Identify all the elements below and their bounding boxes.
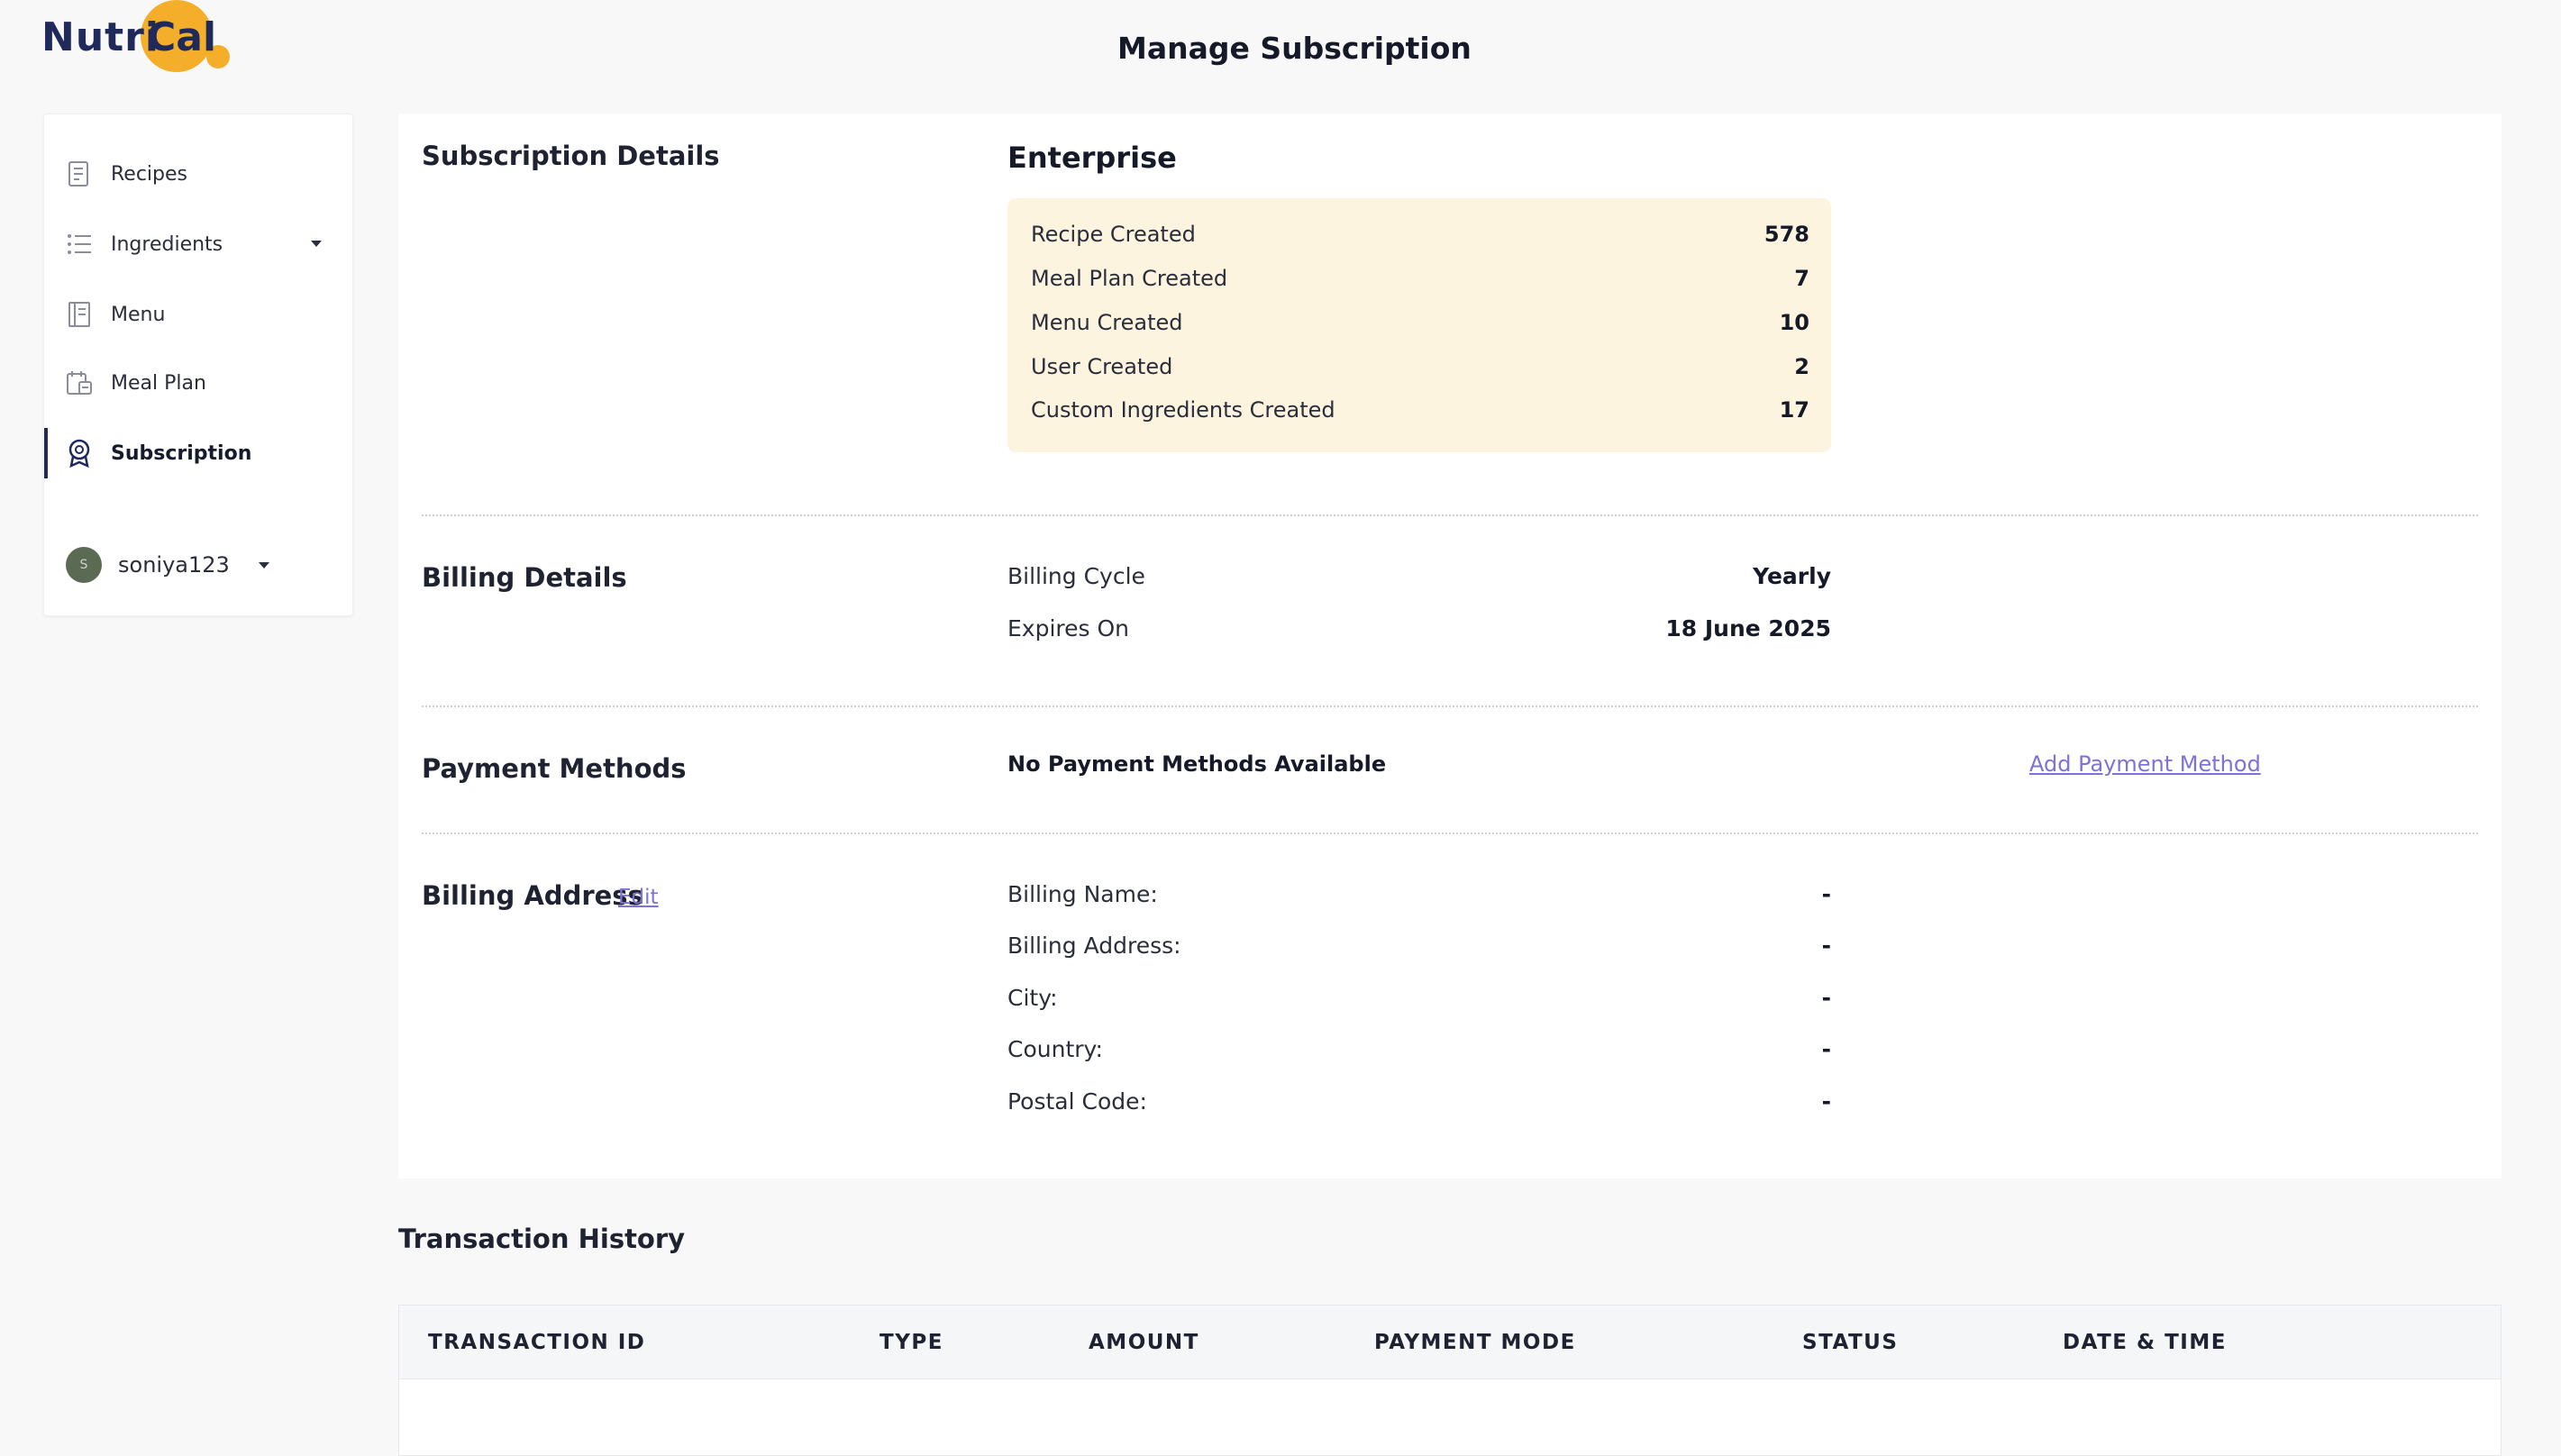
award-badge-icon xyxy=(66,439,93,468)
usage-label: Custom Ingredients Created xyxy=(1031,397,1335,423)
column-header-amount: AMOUNT xyxy=(1089,1331,1199,1354)
plan-name: Enterprise xyxy=(1007,141,1177,175)
sidebar-item-label: Recipes xyxy=(111,162,188,186)
chevron-down-icon[interactable] xyxy=(258,561,269,569)
menu-book-icon xyxy=(66,301,93,328)
kv-label: Billing Name: xyxy=(1007,880,1158,907)
usage-label: Meal Plan Created xyxy=(1031,266,1228,291)
kv-value: - xyxy=(1821,1035,1831,1062)
meal-plan-icon xyxy=(66,369,93,396)
sidebar-item-label: Ingredients xyxy=(111,232,223,256)
sidebar-item-label: Meal Plan xyxy=(111,371,206,395)
usage-summary: Recipe Created 578 Meal Plan Created 7 M… xyxy=(1007,198,1831,452)
kv-label: Country: xyxy=(1007,1035,1103,1062)
billing-cycle-row: Billing Cycle Yearly xyxy=(1007,558,1831,594)
kv-value: Yearly xyxy=(1753,562,1831,589)
section-divider xyxy=(422,705,2478,707)
section-divider xyxy=(422,514,2478,516)
section-divider xyxy=(422,833,2478,834)
username: soniya123 xyxy=(118,552,230,578)
billing-name-row: Billing Name: - xyxy=(1007,876,1831,912)
sidebar-item-recipes[interactable]: Recipes xyxy=(44,147,351,201)
kv-value: - xyxy=(1821,984,1831,1011)
kv-label: Expires On xyxy=(1007,614,1130,642)
avatar: S xyxy=(66,547,102,583)
add-payment-method-link[interactable]: Add Payment Method xyxy=(2029,751,2261,777)
usage-value: 10 xyxy=(1779,310,1809,335)
logo-text-nutri: Nutri xyxy=(41,14,159,60)
usage-row: Menu Created 10 xyxy=(1031,305,1809,341)
kv-label: Billing Address: xyxy=(1007,932,1181,959)
kv-label: City: xyxy=(1007,984,1058,1011)
subscription-details-title: Subscription Details xyxy=(422,141,720,171)
sidebar: Recipes Ingredients Menu Meal Plan Subsc… xyxy=(43,114,353,616)
billing-details-title: Billing Details xyxy=(422,562,627,593)
expires-on-row: Expires On 18 June 2025 xyxy=(1007,610,1831,646)
usage-row: User Created 2 xyxy=(1031,349,1809,385)
kv-value: - xyxy=(1821,932,1831,959)
edit-billing-address-link[interactable]: Edit xyxy=(618,886,659,909)
column-header-date-time: DATE & TIME xyxy=(2063,1331,2227,1354)
sidebar-item-meal-plan[interactable]: Meal Plan xyxy=(44,356,351,410)
billing-address-title: Billing Address xyxy=(422,880,643,911)
column-header-type: TYPE xyxy=(879,1331,943,1354)
transaction-table: TRANSACTION ID TYPE AMOUNT PAYMENT MODE … xyxy=(398,1305,2502,1456)
usage-value: 17 xyxy=(1779,397,1809,423)
nutrical-logo[interactable]: Nutri Cal xyxy=(41,0,240,76)
country-row: Country: - xyxy=(1007,1031,1831,1067)
usage-value: 578 xyxy=(1764,222,1809,247)
payment-methods-title: Payment Methods xyxy=(422,753,687,784)
usage-value: 7 xyxy=(1794,266,1809,291)
usage-label: Recipe Created xyxy=(1031,222,1196,247)
billing-address-row: Billing Address: - xyxy=(1007,927,1831,963)
table-header: TRANSACTION ID TYPE AMOUNT PAYMENT MODE … xyxy=(399,1306,2501,1379)
column-header-transaction-id: TRANSACTION ID xyxy=(428,1331,646,1354)
column-header-payment-mode: PAYMENT MODE xyxy=(1374,1331,1576,1354)
sidebar-item-label: Menu xyxy=(111,303,166,326)
kv-value: 18 June 2025 xyxy=(1665,614,1831,642)
recipe-book-icon xyxy=(66,160,93,187)
usage-row: Meal Plan Created 7 xyxy=(1031,260,1809,296)
kv-value: - xyxy=(1821,880,1831,907)
usage-row: Recipe Created 578 xyxy=(1031,216,1809,252)
page-title: Manage Subscription xyxy=(1117,31,1472,66)
kv-label: Postal Code: xyxy=(1007,1087,1147,1115)
usage-row: Custom Ingredients Created 17 xyxy=(1031,392,1809,428)
usage-label: User Created xyxy=(1031,354,1173,379)
sidebar-item-label: Subscription xyxy=(111,441,252,465)
kv-label: Billing Cycle xyxy=(1007,562,1145,589)
sidebar-item-ingredients[interactable]: Ingredients xyxy=(44,217,351,271)
kv-value: - xyxy=(1821,1087,1831,1115)
logo-text-cal: Cal xyxy=(147,14,217,60)
list-icon xyxy=(66,231,93,258)
user-menu[interactable]: S soniya123 xyxy=(66,545,269,585)
postal-code-row: Postal Code: - xyxy=(1007,1083,1831,1119)
sidebar-item-subscription[interactable]: Subscription xyxy=(44,426,351,480)
city-row: City: - xyxy=(1007,979,1831,1015)
chevron-down-icon[interactable] xyxy=(311,241,322,247)
usage-label: Menu Created xyxy=(1031,310,1183,335)
no-payment-methods-text: No Payment Methods Available xyxy=(1007,751,1387,777)
subscription-card: Subscription Details Enterprise Recipe C… xyxy=(398,114,2502,1178)
usage-value: 2 xyxy=(1794,354,1809,379)
column-header-status: STATUS xyxy=(1802,1331,1899,1354)
transaction-history-title: Transaction History xyxy=(398,1224,686,1254)
sidebar-item-menu[interactable]: Menu xyxy=(44,287,351,341)
